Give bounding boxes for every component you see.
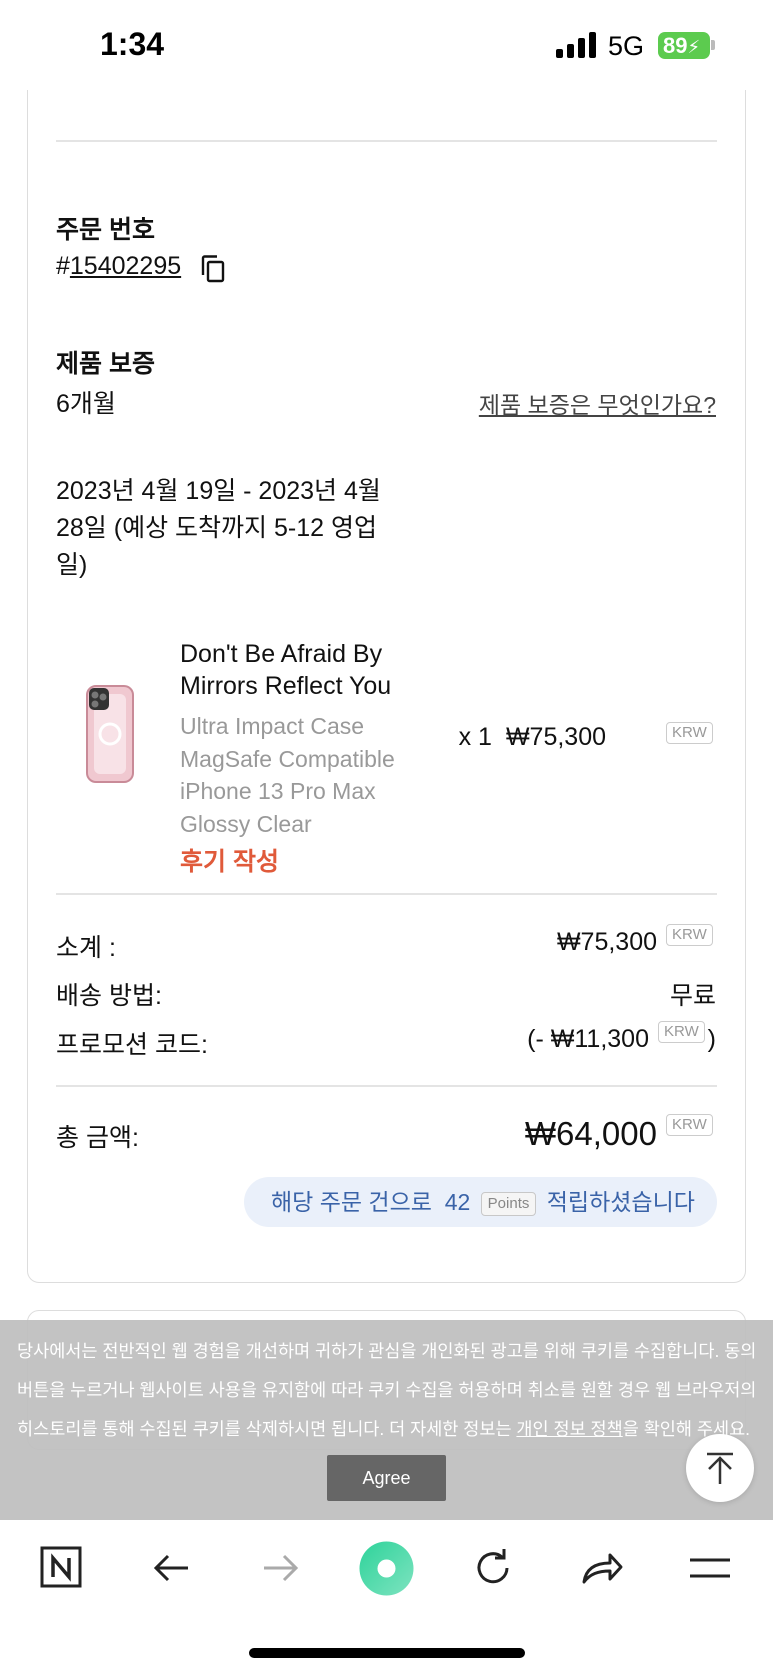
product-name[interactable]: Don't Be Afraid By Mirrors Reflect You — [180, 638, 450, 702]
total-value: ₩64,000 — [524, 1115, 657, 1152]
reload-icon[interactable] — [471, 1546, 515, 1590]
promo-discount: (- ₩11,300 — [527, 1025, 649, 1054]
status-time: 1:34 — [100, 26, 165, 62]
currency-badge: KRW — [666, 1114, 713, 1136]
shipping-label: 배송 방법: — [56, 982, 162, 1010]
product-quantity: x 1 — [458, 723, 492, 751]
agree-button[interactable]: Agree — [327, 1455, 446, 1501]
product-price: ₩75,300 — [505, 723, 606, 751]
battery-level: 89 — [663, 33, 688, 58]
warranty-label: 제품 보증 — [56, 350, 155, 378]
privacy-policy-link[interactable]: 개인 정보 정책 — [516, 1419, 622, 1439]
forward-arrow-icon[interactable] — [258, 1546, 302, 1590]
total-label: 총 금액: — [56, 1124, 139, 1152]
promo-prefix: (- — [527, 1025, 551, 1053]
points-text-after: 적립하셨습니다 — [546, 1189, 695, 1215]
scroll-to-top-button[interactable] — [686, 1434, 754, 1502]
promo-label: 프로모션 코드: — [56, 1031, 208, 1059]
quantity-price: x 1 ₩75,300 — [459, 723, 606, 752]
order-number-link[interactable]: 15402295 — [70, 252, 181, 280]
variant-line: MagSafe Compatible — [180, 745, 395, 772]
subtotal-value: ₩75,300 — [556, 928, 657, 956]
variant-line: iPhone 13 Pro Max — [180, 778, 376, 804]
product-thumbnail[interactable] — [84, 684, 136, 784]
currency-badge: KRW — [666, 722, 713, 744]
divider — [56, 1085, 717, 1087]
subtotal-label: 소계 : — [56, 934, 116, 962]
warranty-value: 6개월 — [56, 390, 116, 418]
points-earned-banner: 해당 주문 건으로 42 Points 적립하셨습니다 — [244, 1177, 717, 1227]
cookie-consent-banner: 당사에서는 전반적인 웹 경험을 개선하며 귀하가 관심을 개인화된 광고를 위… — [0, 1320, 773, 1520]
write-review-link[interactable]: 후기 작성 — [180, 842, 279, 878]
variant-line: Glossy Clear — [180, 810, 312, 837]
back-arrow-icon[interactable] — [150, 1546, 194, 1590]
cellular-signal-icon — [556, 32, 598, 58]
home-indicator — [249, 1648, 525, 1658]
currency-badge: KRW — [658, 1021, 705, 1043]
order-number: #15402295 — [56, 252, 181, 281]
share-icon[interactable] — [580, 1546, 624, 1590]
points-unit-badge: Points — [480, 1191, 537, 1216]
points-amount: 42 — [444, 1189, 471, 1215]
points-text-before: 해당 주문 건으로 — [271, 1189, 432, 1215]
order-number-prefix: # — [56, 252, 70, 280]
arrow-up-icon — [707, 1452, 733, 1484]
battery-nub — [711, 40, 715, 50]
warranty-info-link[interactable]: 제품 보증은 무엇인가요? — [479, 386, 716, 420]
status-bar: 1:34 5G 89⚡ — [0, 0, 773, 90]
menu-icon[interactable] — [688, 1546, 732, 1590]
order-number-label: 주문 번호 — [56, 216, 155, 244]
variant-line: Ultra Impact Case — [180, 713, 365, 739]
delivery-estimate: 2023년 4월 19일 - 2023년 4월 28일 (예상 도착까지 5-1… — [56, 477, 381, 579]
promo-value: ₩11,300 — [550, 1025, 649, 1053]
browser-toolbar — [0, 1520, 773, 1672]
currency-badge: KRW — [666, 924, 713, 946]
product-variant: Ultra Impact Case MagSafe Compatible iPh… — [180, 710, 440, 840]
cookie-message: 당사에서는 전반적인 웹 경험을 개선하며 귀하가 관심을 개인화된 광고를 위… — [17, 1332, 762, 1449]
copy-icon[interactable] — [200, 254, 226, 284]
divider — [56, 140, 717, 142]
divider — [56, 893, 717, 895]
battery-icon: 89⚡ — [658, 32, 710, 59]
green-dot-icon[interactable] — [359, 1541, 414, 1596]
network-type: 5G — [608, 31, 645, 61]
promo-suffix: ) — [707, 1025, 716, 1053]
shipping-value: 무료 — [669, 982, 716, 1010]
naver-n-icon[interactable] — [40, 1546, 84, 1590]
